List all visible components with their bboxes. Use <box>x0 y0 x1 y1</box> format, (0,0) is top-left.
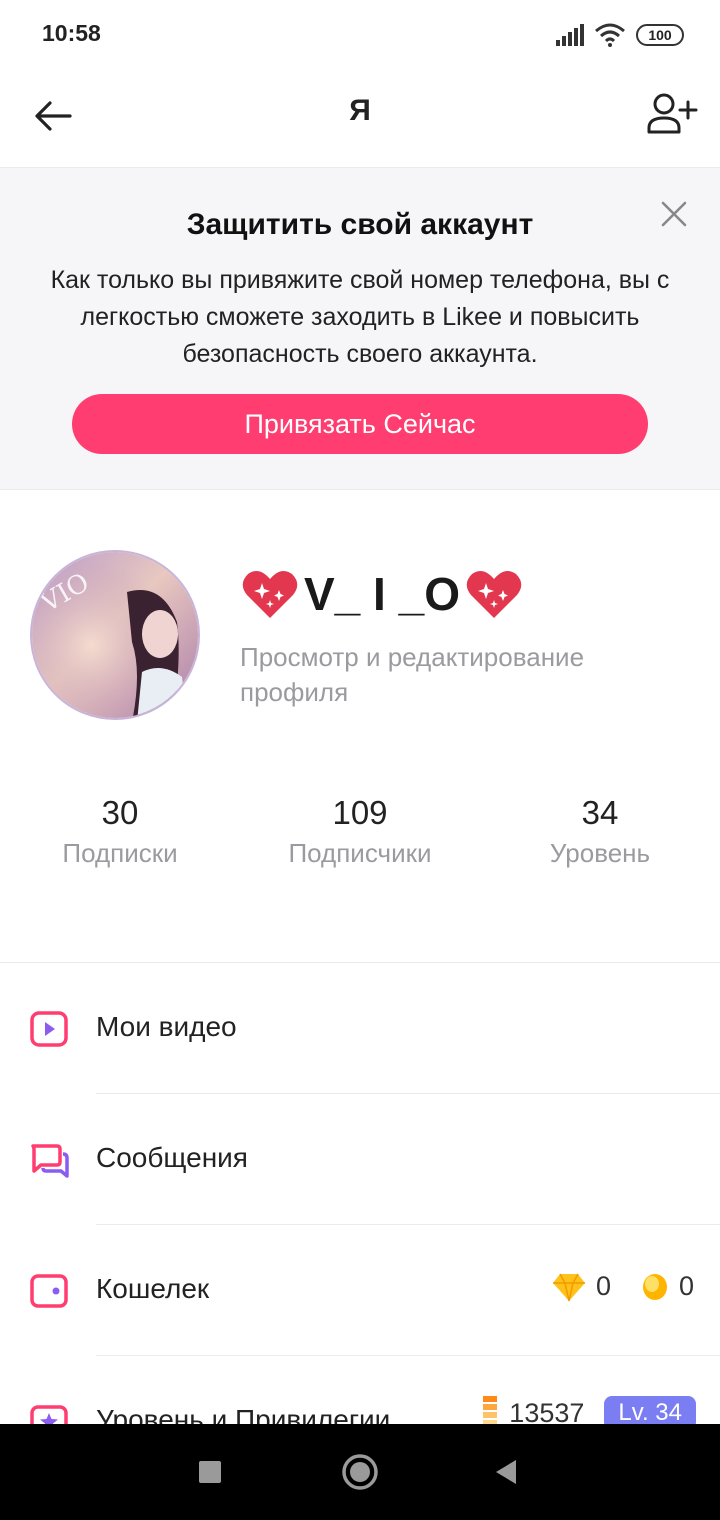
add-user-icon <box>647 93 698 134</box>
signal-icon <box>556 24 584 46</box>
menu-item-messages[interactable]: Сообщения <box>0 1094 720 1225</box>
sparkling-heart-icon <box>466 570 522 618</box>
triangle-back-icon <box>496 1460 516 1484</box>
recents-button[interactable] <box>186 1448 234 1496</box>
stat-value: 109 <box>332 794 388 831</box>
diamond-icon <box>552 1273 585 1301</box>
system-navigation-bar <box>0 1424 720 1520</box>
messages-icon <box>31 1144 69 1178</box>
banner-description: Как только вы привяжите свой номер телеф… <box>50 266 670 368</box>
diamond-count: 0 <box>595 1271 611 1301</box>
sparkling-heart-icon <box>242 570 298 618</box>
edit-profile-link[interactable]: Просмотр и редактирование профиля <box>240 640 680 710</box>
menu-item-my-videos[interactable]: Мои видео <box>0 963 720 1094</box>
avatar[interactable]: VIO <box>30 550 200 720</box>
username[interactable]: V_ I _O <box>240 564 524 624</box>
menu-label: Сообщения <box>96 1142 248 1173</box>
profile-stats: 30 Подписки 109 Подписчики 34 Уровень <box>0 790 720 890</box>
menu-label: Кошелек <box>96 1273 210 1304</box>
status-time: 10:58 <box>42 20 101 46</box>
avatar-photo <box>32 552 198 718</box>
status-bar: 10:58 100 <box>0 0 720 70</box>
stat-label: Уровень <box>549 838 651 868</box>
stat-level[interactable]: 34 Уровень <box>480 790 720 890</box>
coin-icon <box>642 1273 667 1300</box>
add-friend-button[interactable] <box>644 88 698 142</box>
battery-indicator: 100 <box>636 24 684 46</box>
profile-menu: Мои видео Сообщения Кошелек 0 0 Уровень … <box>0 962 720 1487</box>
stat-label: Подписки <box>62 838 178 868</box>
square-icon <box>199 1461 221 1483</box>
username-text: V_ I _O <box>304 568 460 620</box>
back-nav-button[interactable] <box>482 1448 530 1496</box>
menu-label: Мои видео <box>96 1011 237 1042</box>
stat-followers[interactable]: 109 Подписчики <box>240 790 480 890</box>
banner-title: Защитить свой аккаунт <box>186 208 534 241</box>
wallet-icon <box>30 1274 68 1308</box>
page-title: Я <box>349 94 371 127</box>
stat-value: 34 <box>581 794 619 831</box>
stat-value: 30 <box>101 794 139 831</box>
menu-item-wallet[interactable]: Кошелек 0 0 <box>0 1225 720 1356</box>
protect-account-banner: Защитить свой аккаунт Как только вы прив… <box>0 168 720 490</box>
coin-count: 0 <box>678 1271 694 1301</box>
status-icons: 100 <box>554 22 684 48</box>
wifi-icon <box>595 23 625 47</box>
wallet-balance: 0 0 <box>552 1271 694 1302</box>
video-icon <box>30 1011 68 1047</box>
stat-label: Подписчики <box>288 838 432 868</box>
top-bar: Я <box>0 70 720 168</box>
profile-section: VIO V_ I _O Просмотр и редактирование пр… <box>0 490 720 962</box>
circle-icon <box>342 1454 378 1490</box>
home-button[interactable] <box>336 1448 384 1496</box>
bind-now-button[interactable]: Привязать Сейчас <box>72 394 648 454</box>
stat-following[interactable]: 30 Подписки <box>0 790 240 890</box>
